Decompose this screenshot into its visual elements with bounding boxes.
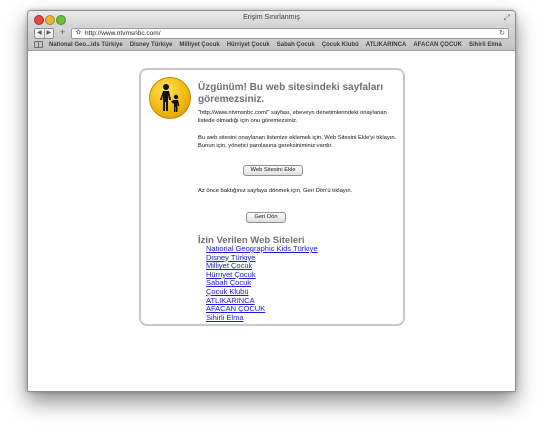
allowed-site-link[interactable]: Sihirli Elma — [206, 313, 318, 323]
page-content: Üzgünüm! Bu web sitesindeki sayfaları gö… — [28, 51, 515, 391]
bookmark-item[interactable]: Sihirli Elma — [469, 42, 502, 48]
bookmark-item[interactable]: ATLIKARINCA — [366, 42, 407, 48]
title-bar: Erişim Sınırlanmış ⤢ — [28, 11, 515, 27]
toolbar: ◀ ▶ + ✿ http://www.ntvmsnbc.com/ ↻ — [28, 27, 515, 39]
site-favicon-icon: ✿ — [75, 30, 82, 36]
bookmark-item[interactable]: Sabah Çocuk — [277, 42, 315, 48]
bookmark-item[interactable]: National Geo...ids Türkiye — [49, 42, 123, 48]
address-bar[interactable]: ✿ http://www.ntvmsnbc.com/ ↻ — [71, 28, 509, 39]
parental-controls-icon — [149, 77, 191, 119]
bookmark-item[interactable]: Hürriyet Çocuk — [227, 42, 270, 48]
bookmark-item[interactable]: Milliyet Çocuk — [179, 42, 219, 48]
url-text[interactable]: http://www.ntvmsnbc.com/ — [85, 29, 161, 38]
back-forward-group: ◀ ▶ — [34, 28, 54, 39]
go-back-button[interactable]: Geri Dön — [246, 212, 286, 223]
window-title: Erişim Sınırlanmış — [243, 14, 300, 21]
forward-arrow-icon[interactable]: ▶ — [43, 29, 54, 38]
bookmark-item[interactable]: AFACAN ÇOCUK — [413, 42, 462, 48]
add-instructions: Bu web sitesini onaylanan listenize ekle… — [198, 135, 397, 149]
allowed-sites-list: National Geographic Kids Türkiye Disney … — [206, 244, 318, 323]
fullscreen-icon[interactable]: ⤢ — [504, 14, 510, 22]
reload-icon[interactable]: ↻ — [499, 29, 505, 38]
page-heading: Üzgünüm! Bu web sitesindeki sayfaları gö… — [198, 82, 384, 105]
bookmark-item[interactable]: Çocuk Klubü — [322, 42, 359, 48]
back-arrow-icon[interactable]: ◀ — [35, 29, 44, 38]
add-website-button[interactable]: Web Sitesini Ekle — [243, 165, 303, 176]
bookmark-item[interactable]: Disney Türkiye — [130, 42, 173, 48]
back-instructions: Az önce baktığınız sayfaya dönmek için, … — [198, 188, 353, 194]
reading-list-icon[interactable] — [34, 41, 43, 48]
add-bookmark-button[interactable]: + — [60, 27, 65, 38]
bookmarks-bar: National Geo...ids Türkiye Disney Türkiy… — [28, 39, 515, 51]
blocked-message: "http://www.ntvmsnbc.com/" sayfası, ebev… — [198, 110, 387, 124]
restriction-panel: Üzgünüm! Bu web sitesindeki sayfaları gö… — [139, 68, 405, 326]
browser-window: Erişim Sınırlanmış ⤢ ◀ ▶ + ✿ http://www.… — [27, 10, 516, 392]
